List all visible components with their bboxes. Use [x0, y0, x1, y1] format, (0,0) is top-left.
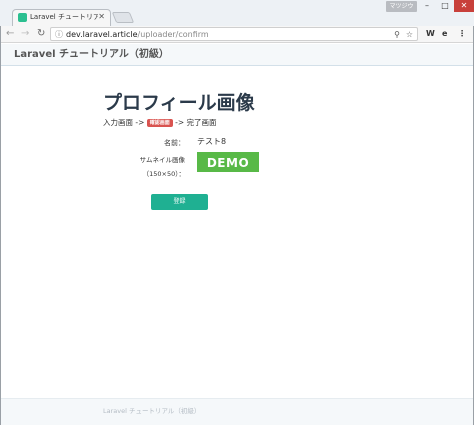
new-tab-button[interactable]	[111, 12, 135, 23]
tab-title: Laravel チュートリアル	[30, 13, 98, 21]
site-navbar: Laravel チュートリアル（初級）	[0, 44, 474, 66]
browser-toolbar: ← → ↻ ⓘ dev.laravel.article/uploader/con…	[0, 26, 474, 43]
url-host: dev.laravel.article	[66, 30, 138, 39]
profile-badge[interactable]: マツジウ	[386, 1, 417, 12]
page-info-icon[interactable]: ⓘ	[55, 28, 63, 41]
step-confirm-badge: 確認画面	[146, 119, 173, 127]
maximize-button[interactable]: □	[436, 0, 454, 12]
name-value: テスト8	[197, 137, 227, 146]
browser-menu-icon[interactable]: ⋮	[458, 28, 466, 40]
reload-icon[interactable]: ↻	[37, 27, 45, 41]
page-title: プロフィール画像	[103, 92, 255, 114]
url-path: /uploader/confirm	[137, 30, 209, 39]
site-brand-link[interactable]: Laravel チュートリアル（初級）	[14, 48, 169, 62]
tab-close-icon[interactable]: ✕	[98, 11, 105, 23]
register-button[interactable]: 登録	[151, 194, 208, 210]
step-input: 入力画面 ->	[103, 118, 145, 127]
site-footer: Laravel チュートリアル（初級）	[0, 398, 474, 425]
extension-w-icon[interactable]: W	[426, 28, 435, 40]
forward-arrow-icon[interactable]: →	[21, 27, 29, 41]
footer-text: Laravel チュートリアル（初級）	[103, 407, 201, 415]
browser-titlebar: Laravel チュートリアル ✕ マツジウ – □ ✕	[0, 0, 474, 26]
step-breadcrumb: 入力画面 -> 確認画面 -> 完了画面	[103, 118, 217, 128]
thumbnail-image-text: DEMO	[206, 156, 250, 170]
close-window-button[interactable]: ✕	[454, 0, 474, 12]
minimize-button[interactable]: –	[418, 0, 436, 12]
extension-evernote-icon[interactable]: e	[442, 28, 447, 40]
window-border-left	[0, 26, 1, 425]
thumbnail-size-label: （150×50）：	[142, 170, 185, 178]
bookmark-star-icon[interactable]: ☆	[406, 28, 413, 41]
browser-tab[interactable]: Laravel チュートリアル ✕	[12, 9, 111, 26]
address-bar[interactable]: ⓘ dev.laravel.article/uploader/confirm ⚲…	[50, 27, 418, 41]
thumbnail-image: DEMO	[197, 152, 259, 172]
zoom-icon[interactable]: ⚲	[394, 28, 400, 41]
name-label: 名前：	[164, 139, 185, 147]
thumbnail-label: サムネイル画像	[139, 156, 185, 164]
url-text[interactable]: dev.laravel.article/uploader/confirm	[66, 28, 209, 41]
back-arrow-icon[interactable]: ←	[6, 27, 14, 41]
step-complete: -> 完了画面	[175, 118, 217, 127]
laravel-favicon-icon	[18, 13, 27, 22]
